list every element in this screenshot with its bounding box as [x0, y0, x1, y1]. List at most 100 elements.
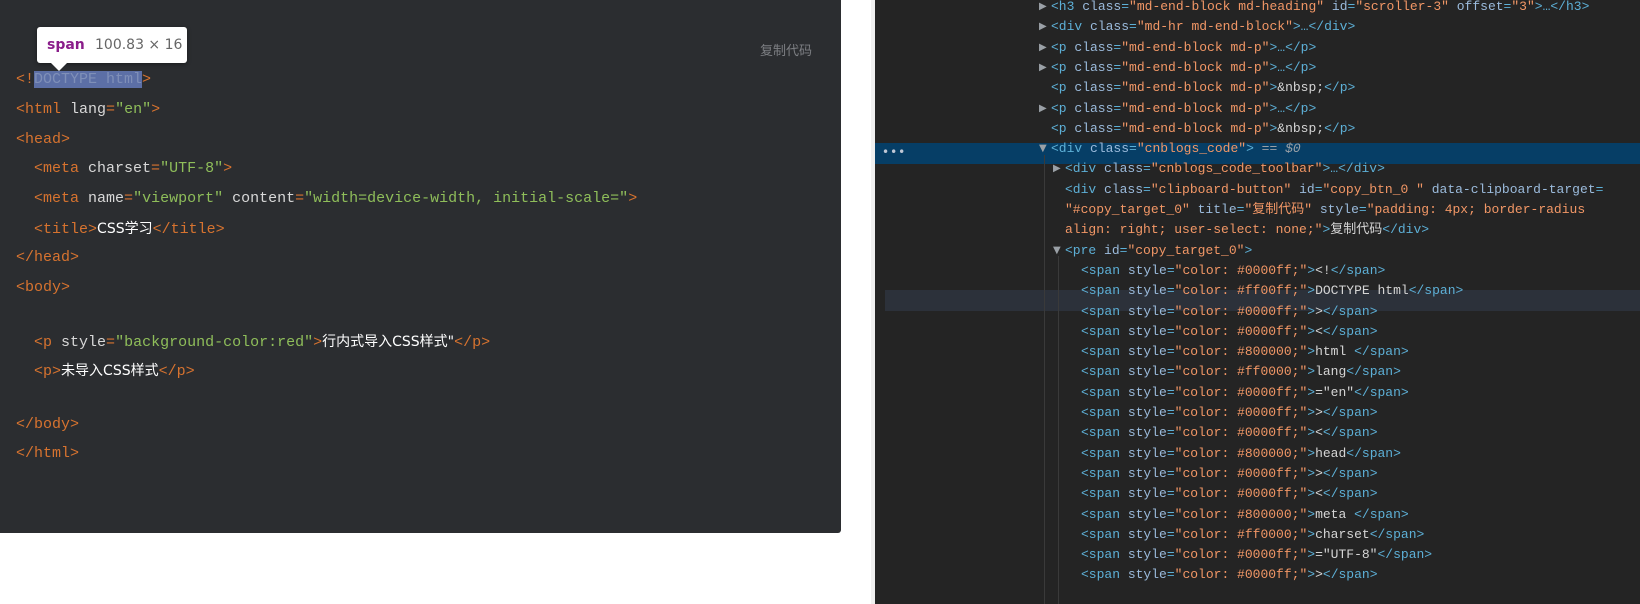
dom-token: >: [1307, 262, 1316, 278]
dom-node-line[interactable]: <p class="md-end-block md-p">&nbsp;</p>: [1051, 80, 1355, 96]
code-token: "background-color:red": [115, 334, 314, 351]
dom-token: <span: [1081, 567, 1128, 583]
code-token: <: [16, 131, 26, 148]
dom-node-line[interactable]: <span style="color: #0000ff;"><</span>: [1081, 425, 1378, 441]
code-token: </: [16, 416, 35, 433]
dom-token: "md-end-block md-p": [1121, 59, 1270, 75]
dom-node-line[interactable]: <span style="color: #0000ff;">></span>: [1081, 466, 1378, 482]
code-token: >: [142, 71, 152, 88]
dom-token: >: [1315, 405, 1323, 420]
dom-node-line[interactable]: <span style="color: #800000;">head</span…: [1081, 446, 1401, 462]
dom-token: >: [1307, 323, 1316, 339]
dom-node-line[interactable]: <p class="md-end-block md-p">…</p>: [1051, 40, 1316, 56]
expand-right-icon[interactable]: ▶: [1053, 163, 1061, 174]
dom-token: =: [1166, 405, 1175, 420]
dom-node-line[interactable]: <span style="color: #0000ff;">></span>: [1081, 304, 1378, 320]
dom-token: >: [1315, 303, 1323, 319]
dom-node-line[interactable]: <div class="md-hr md-end-block">…</div>: [1051, 19, 1355, 35]
dom-token: >…</p>: [1269, 59, 1317, 75]
dom-token: style: [1312, 202, 1359, 217]
dom-token: "color: #0000ff;": [1174, 486, 1308, 502]
expand-right-icon[interactable]: ▶: [1039, 21, 1047, 32]
expand-right-icon[interactable]: ▶: [1039, 42, 1047, 53]
dom-node-line[interactable]: <span style="color: #800000;">html </spa…: [1081, 344, 1409, 360]
dom-token: </span>: [1322, 405, 1378, 420]
dom-node-line[interactable]: "#copy_target_0" title="复制代码" style="pad…: [1065, 202, 1585, 218]
dom-node-line[interactable]: <span style="color: #800000;">meta </spa…: [1081, 507, 1409, 523]
dom-node-line[interactable]: <div class="cnblogs_code"> == $0: [1051, 141, 1301, 157]
dom-token: class: [1082, 0, 1122, 14]
dom-node-line[interactable]: align: right; user-select: none;">复制代码</…: [1065, 222, 1429, 238]
dom-token: >: [1307, 384, 1316, 400]
code-token: head: [25, 131, 62, 148]
dom-token: DOCTYPE html: [1315, 283, 1409, 299]
dom-node-line[interactable]: <p class="md-end-block md-p">…</p>: [1051, 101, 1316, 117]
dom-node-line[interactable]: <pre id="copy_target_0">: [1065, 243, 1252, 259]
dom-node-line[interactable]: <span style="color: #0000ff;"><</span>: [1081, 486, 1378, 502]
code-token: =: [124, 190, 134, 207]
expand-right-icon[interactable]: ▶: [1039, 103, 1047, 114]
dom-node-line[interactable]: <span style="color: #0000ff;">="en"</spa…: [1081, 385, 1409, 401]
code-token: >: [151, 101, 161, 118]
code-token: p: [176, 363, 186, 380]
dom-node-line[interactable]: <div class="clipboard-button" id="copy_b…: [1065, 182, 1603, 198]
dom-token: </span>: [1346, 445, 1401, 461]
dom-token: style: [1127, 344, 1167, 360]
dom-node-line[interactable]: <span style="color: #ff00ff;">DOCTYPE ht…: [1081, 283, 1463, 299]
devtools-elements-panel: ••• <h3 class="md-end-block md-heading" …: [875, 0, 1640, 604]
code-token: charset: [88, 160, 152, 177]
dom-node-line[interactable]: <span style="color: #0000ff;"><</span>: [1081, 324, 1378, 340]
dom-token: >: [1246, 141, 1254, 157]
dom-token: =: [1166, 283, 1175, 299]
dom-token: "复制代码": [1244, 202, 1313, 217]
code-token: name: [88, 190, 125, 207]
dom-token: "color: #0000ff;": [1174, 303, 1308, 319]
dom-node-line[interactable]: <p class="md-end-block md-p">&nbsp;</p>: [1051, 121, 1355, 137]
code-token: </: [158, 363, 177, 380]
dom-token: =: [1358, 202, 1367, 217]
dom-token: &nbsp;: [1277, 80, 1325, 96]
dom-node-line[interactable]: <h3 class="md-end-block md-heading" id="…: [1051, 0, 1589, 15]
dom-node-line[interactable]: <p class="md-end-block md-p">…</p>: [1051, 60, 1316, 76]
dom-token: </span>: [1322, 323, 1378, 339]
dom-node-line[interactable]: <div class="cnblogs_code_toolbar">…</div…: [1065, 161, 1385, 177]
dom-token: <h3: [1051, 0, 1083, 14]
dom-node-line[interactable]: <span style="color: #ff0000;">charset</s…: [1081, 527, 1424, 543]
dom-token: "copy_btn_0 ": [1322, 181, 1424, 197]
dom-token: </span>: [1408, 283, 1464, 299]
copy-code-button[interactable]: 复制代码: [760, 40, 812, 59]
dom-token: <div: [1051, 141, 1091, 157]
dom-token: class: [1090, 19, 1130, 35]
code-line: <title>CSS学习</title>: [16, 220, 225, 239]
expand-right-icon[interactable]: ▶: [1039, 62, 1047, 73]
expand-down-icon[interactable]: ▼: [1039, 143, 1047, 154]
code-token: body: [25, 279, 62, 296]
code-token: "width=device-width, initial-scale=": [304, 190, 629, 207]
dom-token: >…</h3>: [1534, 0, 1590, 14]
dom-node-line[interactable]: <span style="color: #0000ff;">></span>: [1081, 567, 1378, 583]
tooltip-tag-name: span: [47, 37, 85, 53]
code-token: <: [16, 160, 44, 177]
dom-node-line[interactable]: <span style="color: #0000ff;">></span>: [1081, 405, 1378, 421]
dom-token: >: [1315, 567, 1323, 583]
dom-node-line[interactable]: <span style="color: #0000ff;"><!</span>: [1081, 263, 1385, 279]
expand-right-icon[interactable]: ▶: [1039, 1, 1047, 12]
dom-node-line[interactable]: <span style="color: #ff0000;">lang</span…: [1081, 364, 1401, 380]
dom-token: style: [1127, 547, 1167, 563]
expand-down-icon[interactable]: ▼: [1053, 245, 1061, 256]
dom-token: "md-end-block md-heading": [1129, 0, 1325, 14]
dom-token: class: [1074, 100, 1114, 116]
dom-token: style: [1127, 567, 1167, 583]
code-token: >: [313, 334, 323, 351]
dom-node-line[interactable]: <span style="color: #0000ff;">="UTF-8"</…: [1081, 547, 1432, 563]
dom-token: =: [1166, 506, 1175, 522]
dom-token: >: [1307, 567, 1316, 583]
dom-token: =: [1166, 323, 1175, 339]
code-token: <: [16, 190, 44, 207]
dom-token: "color: #ff00ff;": [1174, 283, 1308, 299]
highlighted-token: DOCTYPE html: [34, 71, 143, 88]
dom-token: </span>: [1354, 506, 1409, 522]
more-options-icon[interactable]: •••: [882, 145, 906, 159]
code-line: <!DOCTYPE html>: [16, 71, 151, 89]
dom-token: =: [1166, 364, 1175, 380]
